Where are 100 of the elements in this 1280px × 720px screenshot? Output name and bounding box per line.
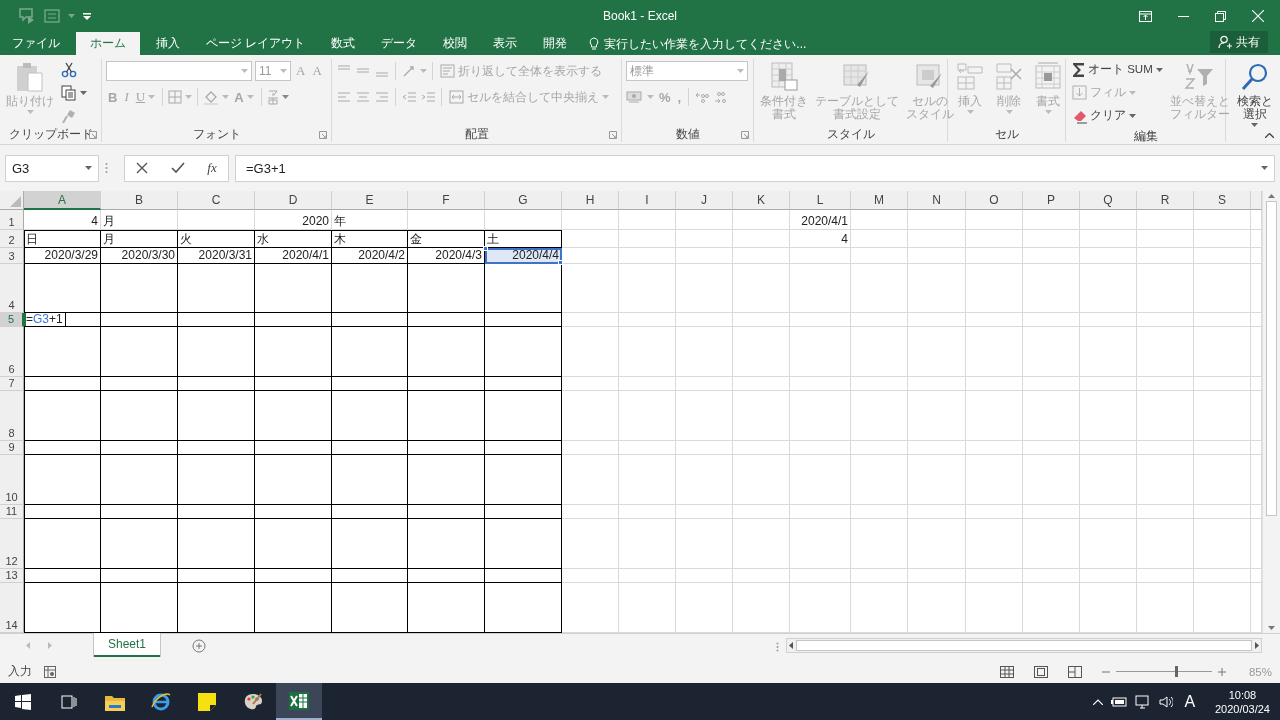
- spreadsheet-cell[interactable]: [485, 327, 562, 377]
- select-all-button[interactable]: [0, 191, 24, 210]
- column-header[interactable]: H: [562, 191, 619, 210]
- spreadsheet-cell[interactable]: [101, 441, 178, 455]
- previous-sheet-icon[interactable]: [26, 642, 30, 649]
- spreadsheet-cell[interactable]: [255, 377, 332, 391]
- clock-time[interactable]: 10:08: [1228, 687, 1257, 702]
- spreadsheet-cell[interactable]: [24, 327, 101, 377]
- spreadsheet-cell[interactable]: [101, 455, 178, 505]
- spreadsheet-cell[interactable]: 2020/4/1: [790, 210, 851, 230]
- spreadsheet-cell[interactable]: [101, 391, 178, 441]
- cancel-icon[interactable]: [136, 162, 149, 174]
- spreadsheet-cell[interactable]: [24, 391, 101, 441]
- row-header[interactable]: 4: [0, 264, 24, 313]
- spreadsheet-cell[interactable]: [485, 441, 562, 455]
- spreadsheet-cell[interactable]: [332, 519, 408, 569]
- spreadsheet-cell[interactable]: [332, 569, 408, 583]
- row-header[interactable]: 9: [0, 441, 24, 455]
- column-header[interactable]: J: [676, 191, 733, 210]
- spreadsheet-cell[interactable]: [332, 377, 408, 391]
- spreadsheet-cell[interactable]: [178, 441, 255, 455]
- orientation-icon[interactable]: [401, 64, 417, 78]
- close-icon[interactable]: [1252, 10, 1264, 22]
- normal-view-icon[interactable]: [1000, 665, 1014, 678]
- zoom-in-icon[interactable]: [1218, 667, 1226, 676]
- row-header[interactable]: 2: [0, 230, 24, 248]
- chevron-up-icon[interactable]: [1092, 698, 1103, 705]
- spreadsheet-cell[interactable]: [485, 313, 562, 327]
- column-header[interactable]: I: [619, 191, 676, 210]
- collapse-ribbon-icon[interactable]: [1265, 133, 1274, 138]
- row-header[interactable]: 8: [0, 391, 24, 441]
- increase-decimal-icon[interactable]: [694, 90, 711, 104]
- spreadsheet-cell[interactable]: [408, 313, 485, 327]
- column-header[interactable]: B: [101, 191, 178, 210]
- launcher-icon[interactable]: [609, 131, 617, 139]
- row-header[interactable]: 13: [0, 569, 24, 583]
- spreadsheet-cell[interactable]: [255, 441, 332, 455]
- spreadsheet-cell[interactable]: [408, 519, 485, 569]
- spreadsheet-cell[interactable]: [255, 455, 332, 505]
- spreadsheet-cell[interactable]: [178, 391, 255, 441]
- page-break-icon[interactable]: [1068, 665, 1082, 678]
- ribbon-tab[interactable]: ファイル: [2, 32, 70, 55]
- spreadsheet-cell[interactable]: 2020/4/4: [485, 248, 562, 264]
- spreadsheet-cell[interactable]: 2020/3/31: [178, 248, 255, 264]
- clock-date[interactable]: 2020/03/24: [1214, 701, 1270, 716]
- tell-me-field[interactable]: 実行したい作業を入力してください...: [589, 32, 820, 55]
- autosum-button[interactable]: オート SUM: [1070, 59, 1165, 80]
- windows-start-icon[interactable]: [15, 693, 31, 710]
- spreadsheet-cell[interactable]: [101, 264, 178, 313]
- spreadsheet-cell[interactable]: [332, 505, 408, 519]
- spreadsheet-cell[interactable]: [408, 505, 485, 519]
- bubble-icon[interactable]: [18, 7, 36, 25]
- spreadsheet-cell[interactable]: [101, 569, 178, 583]
- speaker-icon[interactable]: [1158, 695, 1173, 708]
- spreadsheet-cell[interactable]: [408, 455, 485, 505]
- column-header[interactable]: Q: [1080, 191, 1137, 210]
- spreadsheet-cell[interactable]: [24, 377, 101, 391]
- spreadsheet-cell[interactable]: 2020: [255, 210, 332, 230]
- ribbon-tab[interactable]: 挿入: [146, 32, 190, 55]
- spreadsheet-cell[interactable]: [101, 505, 178, 519]
- align-center-icon[interactable]: [355, 90, 371, 104]
- spreadsheet-cell[interactable]: [255, 327, 332, 377]
- column-header[interactable]: R: [1137, 191, 1194, 210]
- spreadsheet-cell[interactable]: [332, 327, 408, 377]
- spreadsheet-cell[interactable]: 4: [790, 230, 851, 248]
- name-box[interactable]: G3: [5, 154, 99, 182]
- column-header[interactable]: A: [24, 191, 101, 210]
- column-header[interactable]: M: [851, 191, 908, 210]
- sticky-note-icon[interactable]: [197, 691, 217, 712]
- spreadsheet-cell[interactable]: [178, 313, 255, 327]
- ribbon-tab[interactable]: 数式: [321, 32, 366, 55]
- spreadsheet-cell[interactable]: [485, 391, 562, 441]
- ribbon-tab[interactable]: 開発: [533, 32, 578, 55]
- splitter-icon[interactable]: [776, 642, 779, 652]
- launcher-icon[interactable]: [741, 131, 749, 139]
- spreadsheet-cell[interactable]: [178, 569, 255, 583]
- spreadsheet-cell[interactable]: 2020/3/30: [101, 248, 178, 264]
- spreadsheet-cell[interactable]: [332, 391, 408, 441]
- column-header[interactable]: E: [332, 191, 408, 210]
- spreadsheet-cell[interactable]: [101, 377, 178, 391]
- copy-button[interactable]: [59, 82, 89, 103]
- ribbon-tab[interactable]: 表示: [483, 32, 528, 55]
- spreadsheet-cell[interactable]: 2020/3/29: [24, 248, 101, 264]
- horizontal-scrollbar[interactable]: [786, 638, 1262, 653]
- spreadsheet-cell[interactable]: [178, 264, 255, 313]
- decrease-indent-icon[interactable]: [401, 90, 417, 104]
- spreadsheet-cell[interactable]: [485, 377, 562, 391]
- spreadsheet-cell[interactable]: 木: [332, 230, 408, 248]
- row-header[interactable]: 6: [0, 327, 24, 377]
- spreadsheet-cell[interactable]: [485, 569, 562, 583]
- spreadsheet-cell[interactable]: [24, 264, 101, 313]
- spreadsheet-cell[interactable]: [485, 264, 562, 313]
- align-left-icon[interactable]: [336, 90, 352, 104]
- row-header[interactable]: 12: [0, 519, 24, 569]
- align-right-icon[interactable]: [374, 90, 390, 104]
- customize-icon[interactable]: [83, 12, 91, 20]
- column-header[interactable]: G: [485, 191, 562, 210]
- column-header[interactable]: K: [733, 191, 790, 210]
- ribbon-tab[interactable]: ホーム: [76, 32, 140, 55]
- spreadsheet-cell[interactable]: [332, 264, 408, 313]
